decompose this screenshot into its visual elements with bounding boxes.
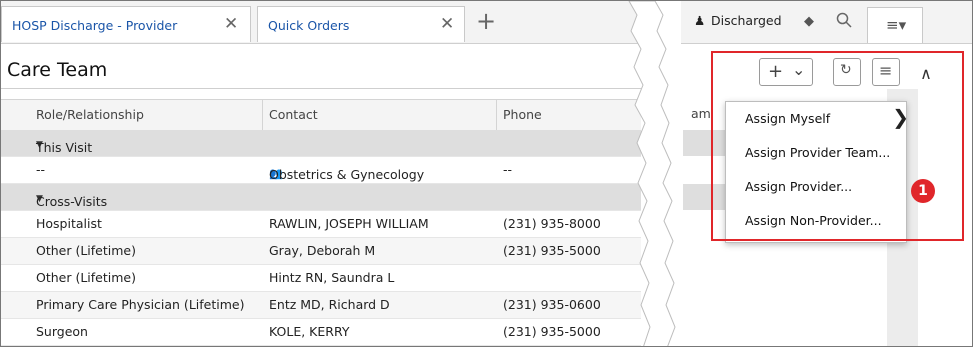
person-icon: ♟: [694, 13, 706, 28]
cell-role: Hospitalist: [36, 216, 102, 231]
close-icon[interactable]: ✕: [440, 14, 454, 34]
table-row[interactable]: Surgeon KOLE, KERRY (231) 935-5000: [1, 319, 641, 346]
add-tab-icon[interactable]: +: [476, 9, 496, 33]
cell-phone: (231) 935-0600: [503, 297, 601, 312]
callout-badge: 1: [911, 179, 935, 203]
table-row[interactable]: Primary Care Physician (Lifetime) Entz M…: [1, 292, 641, 319]
column-header-role[interactable]: Role/Relationship: [36, 107, 144, 122]
search-icon[interactable]: [833, 9, 855, 31]
tab-quick-orders[interactable]: Quick Orders ✕: [257, 6, 465, 42]
cell-contact: Entz MD, Richard D: [269, 297, 390, 312]
tab-bar: HOSP Discharge - Provider ✕ Quick Orders…: [1, 1, 641, 44]
cell-contact: RAWLIN, JOSEPH WILLIAM: [269, 216, 429, 231]
table-row[interactable]: Other (Lifetime) Gray, Deborah M (231) 9…: [1, 238, 641, 265]
cell-role: Other (Lifetime): [36, 270, 136, 285]
cell-phone: --: [503, 162, 513, 177]
cell-role: --: [36, 162, 46, 177]
tab-label: HOSP Discharge - Provider: [12, 18, 178, 33]
column-separator: [496, 100, 497, 130]
group-row-this-visit[interactable]: ▼ This Visit: [1, 130, 641, 157]
cell-contact: Hintz RN, Saundra L: [269, 270, 395, 285]
page-title: Care Team: [7, 59, 108, 81]
cell-role: Other (Lifetime): [36, 243, 136, 258]
group-row-cross-visits[interactable]: ▼ Cross-Visits: [1, 184, 641, 211]
tab-menu[interactable]: ≡▾: [867, 7, 923, 43]
cell-role: Primary Care Physician (Lifetime): [36, 297, 245, 312]
table-header: Role/Relationship Contact Phone: [1, 99, 641, 131]
tab-label: Quick Orders: [268, 18, 350, 33]
status-discharged: Discharged: [711, 13, 782, 28]
highlight-box: [711, 51, 964, 241]
cell-role: Surgeon: [36, 324, 88, 339]
column-header-phone[interactable]: Phone: [503, 107, 542, 122]
tab-hosp-discharge[interactable]: HOSP Discharge - Provider ✕: [1, 6, 251, 42]
table-row[interactable]: Hospitalist RAWLIN, JOSEPH WILLIAM (231)…: [1, 211, 641, 238]
menu-icon: ≡▾: [886, 16, 907, 34]
group-label: Cross-Visits: [36, 194, 108, 209]
tag-icon[interactable]: ◆: [799, 11, 819, 31]
cell-phone: (231) 935-5000: [503, 324, 601, 339]
column-header-contact[interactable]: Contact: [269, 107, 318, 122]
torn-edge-divider: [628, 1, 676, 346]
divider: [1, 88, 641, 89]
cell-contact: KOLE, KERRY: [269, 324, 350, 339]
table-row[interactable]: Other (Lifetime) Hintz RN, Saundra L: [1, 265, 641, 292]
screenshot-frame: HOSP Discharge - Provider ✕ Quick Orders…: [0, 0, 973, 347]
table-row[interactable]: -- 👥 Obstetrics & Gynecology --: [1, 157, 641, 184]
cell-contact: Gray, Deborah M: [269, 243, 376, 258]
column-separator: [262, 100, 263, 130]
cell-phone: (231) 935-8000: [503, 216, 601, 231]
cell-contact: Obstetrics & Gynecology: [269, 167, 425, 182]
column-header-team: am: [691, 106, 711, 121]
close-icon[interactable]: ✕: [224, 14, 238, 34]
group-label: This Visit: [36, 140, 93, 155]
cell-phone: (231) 935-5000: [503, 243, 601, 258]
